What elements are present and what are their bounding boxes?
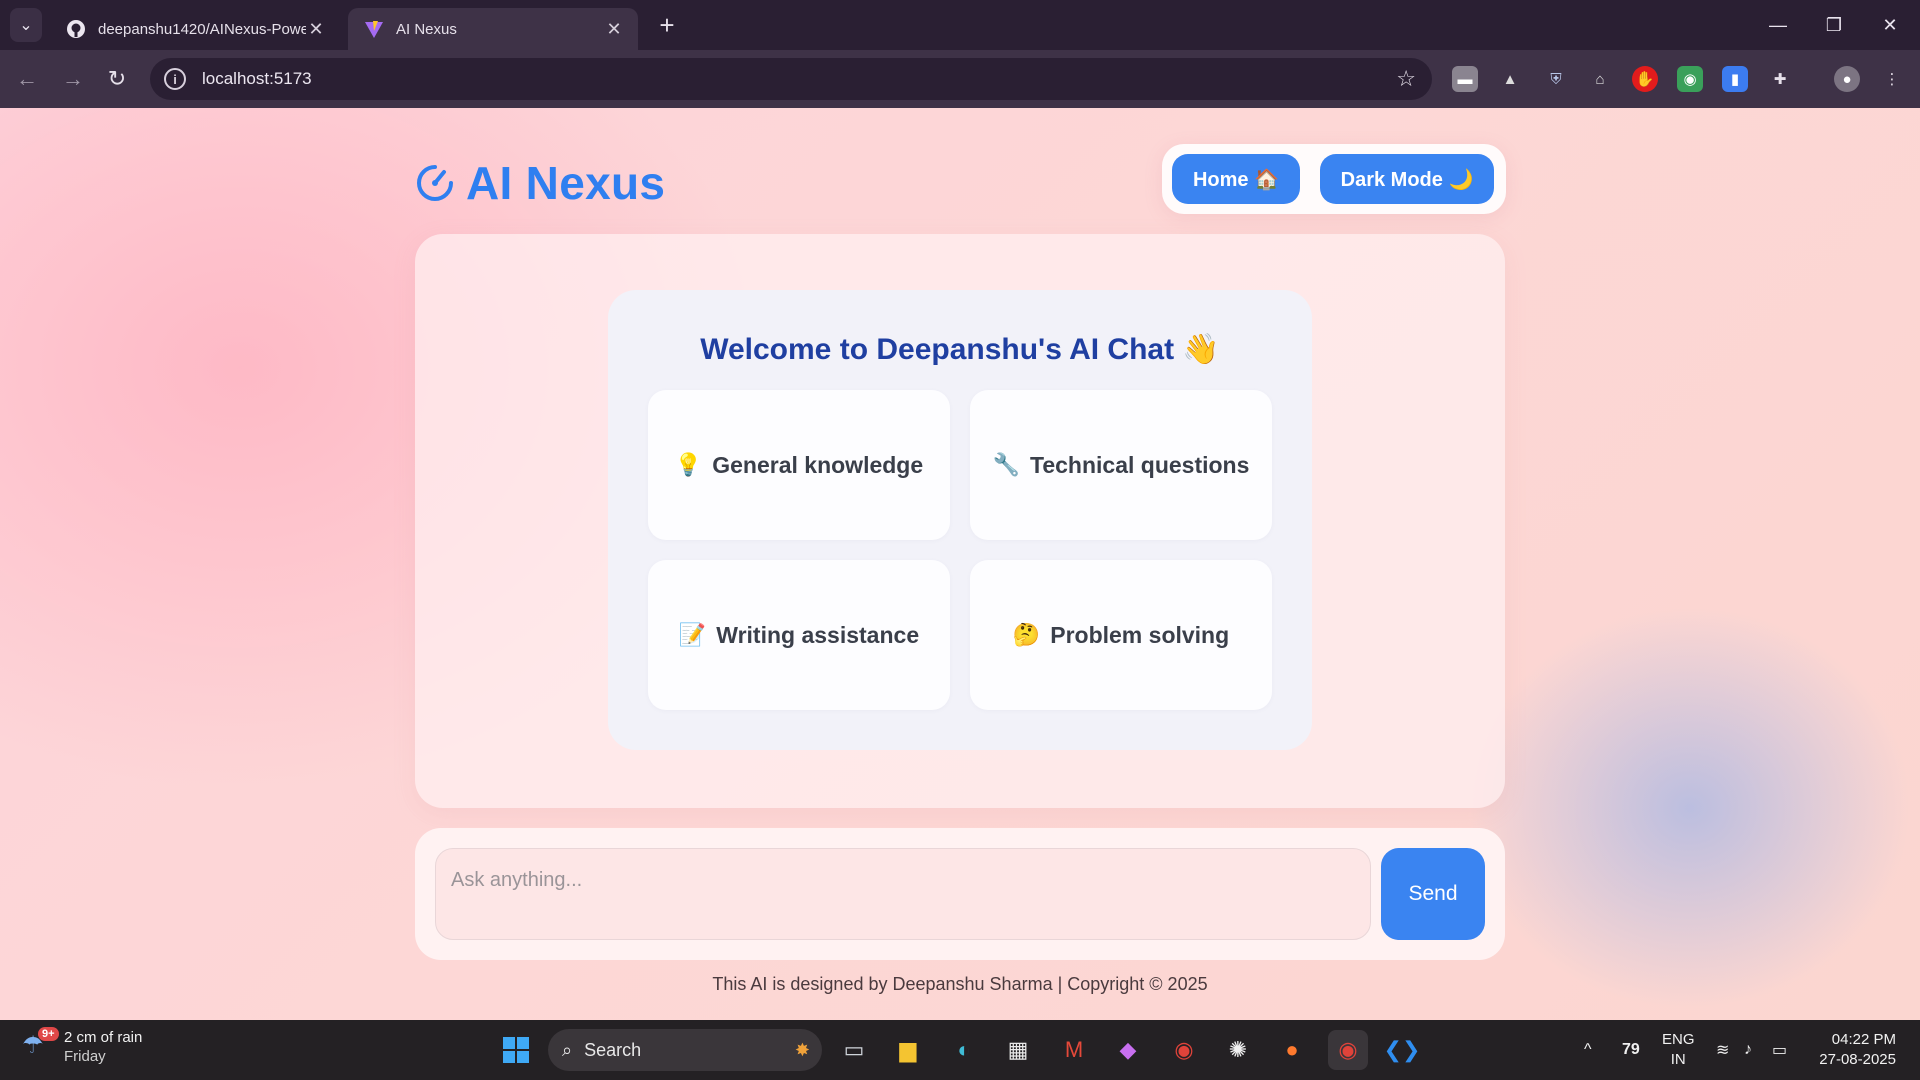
reload-icon[interactable]: ↻ bbox=[100, 62, 134, 96]
address-bar[interactable]: i localhost:5173 ☆ bbox=[150, 58, 1432, 100]
clock-time: 04:22 PM bbox=[1831, 1031, 1896, 1048]
extension-shield-icon[interactable]: ⛨ bbox=[1543, 66, 1569, 92]
chrome-icon[interactable]: ◉ bbox=[1164, 1030, 1204, 1070]
close-icon[interactable]: ✕ bbox=[604, 19, 624, 40]
github-icon bbox=[67, 20, 85, 38]
notification-badge: 9+ bbox=[38, 1027, 59, 1041]
restore-icon[interactable]: ❐ bbox=[1806, 0, 1862, 50]
search-icon: ⌕ bbox=[562, 1039, 573, 1060]
home-button[interactable]: Home 🏠 bbox=[1172, 154, 1300, 204]
topic-problem-solving[interactable]: 🤔 Problem solving bbox=[970, 560, 1272, 710]
tab-search-button[interactable]: ⌄ bbox=[10, 8, 42, 42]
browser-tab-bar: ⌄ deepanshu1420/AINexus-Powe ✕ AI Nexus … bbox=[0, 0, 1920, 50]
chatgpt-icon[interactable]: ✺ bbox=[1218, 1030, 1258, 1070]
tray-chevron-up-icon[interactable]: ^ bbox=[1584, 1020, 1592, 1080]
chevron-down-icon: ⌄ bbox=[19, 17, 33, 34]
battery-icon[interactable]: ▭ bbox=[1772, 1020, 1787, 1080]
chat-panel: Welcome to Deepanshu's AI Chat 👋 💡 Gener… bbox=[415, 234, 1505, 808]
info-icon[interactable]: i bbox=[164, 68, 186, 90]
extensions-puzzle-icon[interactable]: ✚ bbox=[1767, 66, 1793, 92]
lightbulb-icon: 💡 bbox=[674, 452, 703, 478]
weather-widget[interactable]: ☂ 9+ 2 cm of rain Friday bbox=[22, 1027, 143, 1066]
extension-blue-icon[interactable]: ▮ bbox=[1722, 66, 1748, 92]
extension-drive-icon[interactable]: ▲ bbox=[1497, 66, 1523, 92]
language-indicator[interactable]: ENG IN bbox=[1662, 1030, 1695, 1070]
minimize-icon[interactable]: — bbox=[1750, 0, 1806, 50]
dark-mode-button[interactable]: Dark Mode 🌙 bbox=[1320, 154, 1494, 204]
volume-icon[interactable]: ♪ bbox=[1744, 1020, 1752, 1080]
topic-label: Technical questions bbox=[1030, 451, 1250, 478]
extension-folder-icon[interactable]: ▬ bbox=[1452, 66, 1478, 92]
send-button[interactable]: Send bbox=[1381, 848, 1485, 940]
wifi-icon[interactable]: ≋ bbox=[1716, 1020, 1729, 1080]
weather-title: 2 cm of rain bbox=[64, 1029, 143, 1046]
close-window-icon[interactable]: ✕ bbox=[1862, 0, 1918, 50]
topic-technical-questions[interactable]: 🔧 Technical questions bbox=[970, 390, 1272, 540]
brand-name: AI Nexus bbox=[466, 157, 666, 209]
browser-menu-icon[interactable]: ⋮ bbox=[1879, 66, 1905, 92]
extension-green-icon[interactable]: ◉ bbox=[1677, 66, 1703, 92]
tab-title: deepanshu1420/AINexus-Powe bbox=[98, 20, 306, 38]
page: AI Nexus Home 🏠 Dark Mode 🌙 Welcome to D… bbox=[0, 108, 1920, 1020]
ask-input[interactable] bbox=[435, 848, 1371, 940]
edge-icon[interactable]: ◐ bbox=[944, 1030, 984, 1070]
extension-red-icon[interactable]: ✋ bbox=[1632, 66, 1658, 92]
wrench-icon: 🔧 bbox=[992, 452, 1020, 478]
windows-start-icon[interactable] bbox=[496, 1030, 536, 1070]
header-nav: Home 🏠 Dark Mode 🌙 bbox=[1162, 144, 1506, 214]
url-text: localhost:5173 bbox=[202, 69, 312, 88]
copilot-icon[interactable]: ◆ bbox=[1108, 1030, 1148, 1070]
lang-top: ENG bbox=[1662, 1031, 1695, 1048]
footer-text: This AI is designed by Deepanshu Sharma … bbox=[712, 974, 1208, 994]
profile-avatar[interactable]: ● bbox=[1834, 66, 1860, 92]
message-input-bar: Send bbox=[415, 828, 1505, 960]
topic-writing-assistance[interactable]: 📝 Writing assistance bbox=[648, 560, 950, 710]
back-arrow-icon[interactable]: ← bbox=[10, 62, 44, 96]
gmail-icon[interactable]: M bbox=[1054, 1030, 1094, 1070]
search-label: Search bbox=[584, 1039, 642, 1060]
tab-github[interactable]: deepanshu1420/AINexus-Powe ✕ bbox=[50, 8, 340, 50]
welcome-title: Welcome to Deepanshu's AI Chat 👋 bbox=[700, 333, 1220, 366]
lang-bottom: IN bbox=[1670, 1051, 1686, 1068]
forward-arrow-icon[interactable]: → bbox=[56, 62, 90, 96]
topic-label: Problem solving bbox=[1050, 621, 1230, 648]
memo-icon: 📝 bbox=[678, 622, 707, 648]
firefox-icon[interactable]: ● bbox=[1272, 1030, 1312, 1070]
tab-title: AI Nexus bbox=[396, 20, 457, 38]
tab-ai-nexus[interactable]: AI Nexus ✕ bbox=[348, 8, 638, 50]
brand-logo[interactable]: AI Nexus bbox=[414, 156, 665, 210]
task-view-icon[interactable]: ▭ bbox=[834, 1030, 874, 1070]
vscode-icon[interactable]: ❮❯ bbox=[1382, 1030, 1422, 1070]
extension-cast-icon[interactable]: ⌂ bbox=[1587, 66, 1613, 92]
topic-label: General knowledge bbox=[712, 451, 924, 478]
microsoft-store-icon[interactable]: ▦ bbox=[998, 1030, 1038, 1070]
umbrella-icon: ☂ 9+ bbox=[22, 1027, 59, 1063]
taskbar-search[interactable]: ⌕ Search ✸ bbox=[548, 1029, 822, 1071]
search-highlight-icon: ✸ bbox=[794, 1039, 810, 1060]
welcome-card: Welcome to Deepanshu's AI Chat 👋 💡 Gener… bbox=[608, 290, 1312, 750]
thinking-face-icon: 🤔 bbox=[1012, 622, 1041, 648]
topic-label: Writing assistance bbox=[716, 621, 920, 648]
brand-swirl-icon bbox=[417, 165, 453, 201]
vite-icon bbox=[365, 21, 383, 38]
clock-date: 27-08-2025 bbox=[1819, 1051, 1896, 1068]
bookmark-star-icon[interactable]: ☆ bbox=[1396, 66, 1416, 92]
taskbar: ☂ 9+ 2 cm of rain Friday ⌕ Search ✸ ▭ ▆ … bbox=[0, 1020, 1920, 1080]
new-tab-button[interactable]: + bbox=[652, 10, 682, 40]
chrome-profile-icon[interactable]: ◉ bbox=[1328, 1030, 1368, 1070]
topic-general-knowledge[interactable]: 💡 General knowledge bbox=[648, 390, 950, 540]
close-icon[interactable]: ✕ bbox=[306, 19, 326, 40]
tray-value[interactable]: 79 bbox=[1622, 1020, 1640, 1080]
system-clock[interactable]: 04:22 PM 27-08-2025 bbox=[1812, 1030, 1896, 1070]
weather-day: Friday bbox=[64, 1048, 106, 1065]
file-explorer-icon[interactable]: ▆ bbox=[888, 1030, 928, 1070]
